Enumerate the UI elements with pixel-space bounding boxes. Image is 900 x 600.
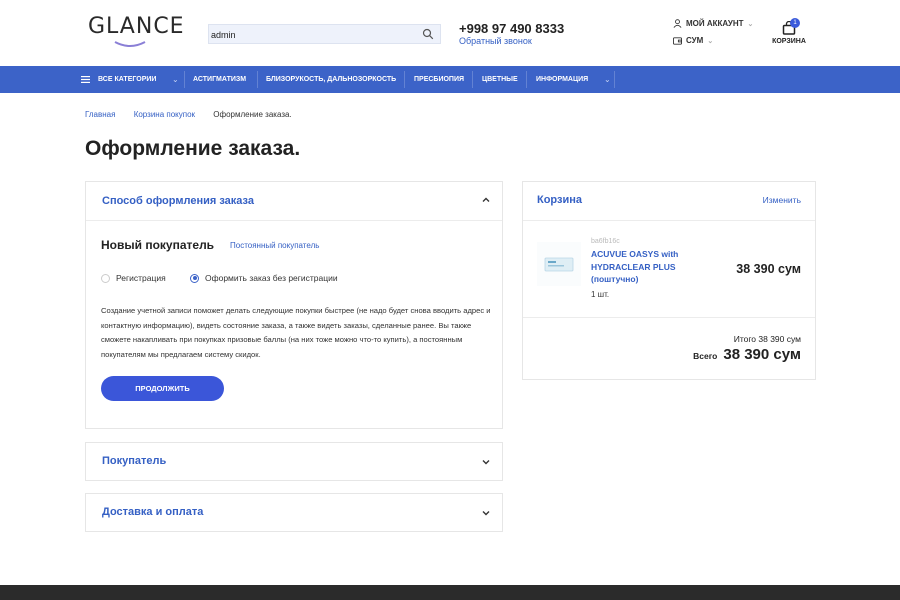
nav-divider	[472, 71, 473, 88]
chevron-down-icon: ⌄	[604, 75, 611, 84]
menu-icon	[81, 76, 90, 83]
panel-divider	[523, 220, 815, 221]
currency-label: СУМ	[686, 36, 704, 45]
breadcrumb-separator	[123, 110, 125, 119]
checkout-method-title[interactable]: Способ оформления заказа	[102, 195, 254, 207]
logo-swoosh-icon	[114, 41, 146, 47]
search-box	[208, 24, 441, 44]
breadcrumb-cart[interactable]: Корзина покупок	[134, 110, 195, 119]
account-label: МОЙ АККАУНТ	[686, 19, 744, 28]
delivery-panel[interactable]: Доставка и оплата	[85, 493, 503, 532]
nav-divider	[257, 71, 258, 88]
site-header: GLANCE +998 97 490 8333 Обратный звонок …	[0, 0, 900, 66]
radio-register-dot[interactable]	[101, 273, 110, 283]
breadcrumb: Главная Корзина покупок Оформление заказ…	[85, 110, 292, 119]
account-info-text: Создание учетной записи поможет делать с…	[101, 306, 491, 359]
page-title: Оформление заказа.	[85, 137, 301, 160]
product-quantity: 1 шт.	[591, 290, 610, 299]
chevron-down-icon: ⌄	[172, 75, 179, 84]
total-row: Всего 38 390 сум	[693, 346, 801, 363]
checkout-method-panel: Способ оформления заказа Новый покупател…	[85, 181, 503, 429]
continue-button[interactable]: ПРОДОЛЖИТЬ	[101, 376, 224, 401]
currency-menu[interactable]: СУМ ⌄	[673, 36, 713, 45]
regular-buyer-link[interactable]: Постоянный покупатель	[230, 241, 319, 250]
wallet-icon	[673, 36, 682, 45]
site-footer	[0, 585, 900, 600]
radio-guest-dot[interactable]	[190, 273, 199, 283]
panel-divider	[86, 220, 502, 221]
product-sku: ba6fb16c	[591, 238, 620, 245]
main-nav: ВСЕ КАТЕГОРИИ ⌄ АСТИГМАТИЗМ БЛИЗОРУКОСТЬ…	[0, 66, 900, 93]
radio-guest-label: Оформить заказ без регистрации	[205, 273, 338, 283]
chevron-down-icon: ⌄	[747, 20, 754, 28]
nav-item-astigmatism[interactable]: АСТИГМАТИЗМ	[193, 66, 246, 93]
product-name-link[interactable]: ACUVUE OASYS with HYDRACLEAR PLUS (пошту…	[591, 248, 691, 286]
search-icon[interactable]	[422, 28, 434, 40]
nav-item-myopia[interactable]: БЛИЗОРУКОСТЬ, ДАЛЬНОЗОРКОСТЬ	[266, 66, 396, 93]
user-icon	[673, 19, 682, 28]
callback-link[interactable]: Обратный звонок	[459, 36, 532, 46]
total-label: Всего	[693, 351, 718, 361]
new-buyer-heading: Новый покупатель	[101, 238, 215, 252]
subtotal: Итого 38 390 сум	[733, 334, 801, 344]
total-value: 38 390 сум	[723, 346, 801, 363]
breadcrumb-current: Оформление заказа.	[213, 110, 292, 119]
nav-divider	[614, 71, 615, 88]
delivery-title[interactable]: Доставка и оплата	[102, 506, 203, 518]
radio-register[interactable]: Регистрация	[101, 273, 166, 283]
logo[interactable]: GLANCE	[88, 14, 188, 50]
nav-item-colored[interactable]: ЦВЕТНЫЕ	[482, 66, 518, 93]
cart-summary-panel: Корзина Изменить ba6fb16c ACUVUE OASYS w…	[522, 181, 816, 380]
chevron-down-icon[interactable]	[481, 457, 491, 467]
nav-item-information[interactable]: ИНФОРМАЦИЯ	[536, 66, 588, 93]
account-menu[interactable]: МОЙ АККАУНТ ⌄	[673, 19, 753, 28]
cart-label: КОРЗИНА	[772, 38, 806, 45]
buyer-panel[interactable]: Покупатель	[85, 442, 503, 481]
nav-divider	[526, 71, 527, 88]
logo-text: GLANCE	[88, 14, 185, 39]
nav-item-all-categories[interactable]: ВСЕ КАТЕГОРИИ	[98, 66, 156, 93]
chevron-down-icon: ⌄	[707, 37, 714, 45]
cart-count-badge: 1	[790, 18, 800, 28]
buyer-title[interactable]: Покупатель	[102, 455, 166, 467]
radio-register-label: Регистрация	[116, 273, 166, 283]
chevron-down-icon[interactable]	[481, 508, 491, 518]
cart-summary-title: Корзина	[537, 194, 582, 206]
panel-divider	[523, 317, 815, 318]
edit-cart-link[interactable]: Изменить	[763, 195, 801, 205]
phone-number[interactable]: +998 97 490 8333	[459, 21, 564, 36]
radio-guest[interactable]: Оформить заказ без регистрации	[190, 273, 338, 283]
product-price: 38 390 сум	[736, 262, 801, 276]
search-input[interactable]	[209, 26, 409, 44]
nav-divider	[404, 71, 405, 88]
breadcrumb-separator	[203, 110, 205, 119]
breadcrumb-home[interactable]: Главная	[85, 110, 115, 119]
cart-button[interactable]: 1 КОРЗИНА	[771, 18, 807, 48]
nav-divider	[184, 71, 185, 88]
nav-item-presbyopia[interactable]: ПРЕСБИОПИЯ	[414, 66, 464, 93]
product-thumbnail[interactable]	[537, 242, 581, 286]
chevron-up-icon[interactable]	[481, 195, 491, 205]
